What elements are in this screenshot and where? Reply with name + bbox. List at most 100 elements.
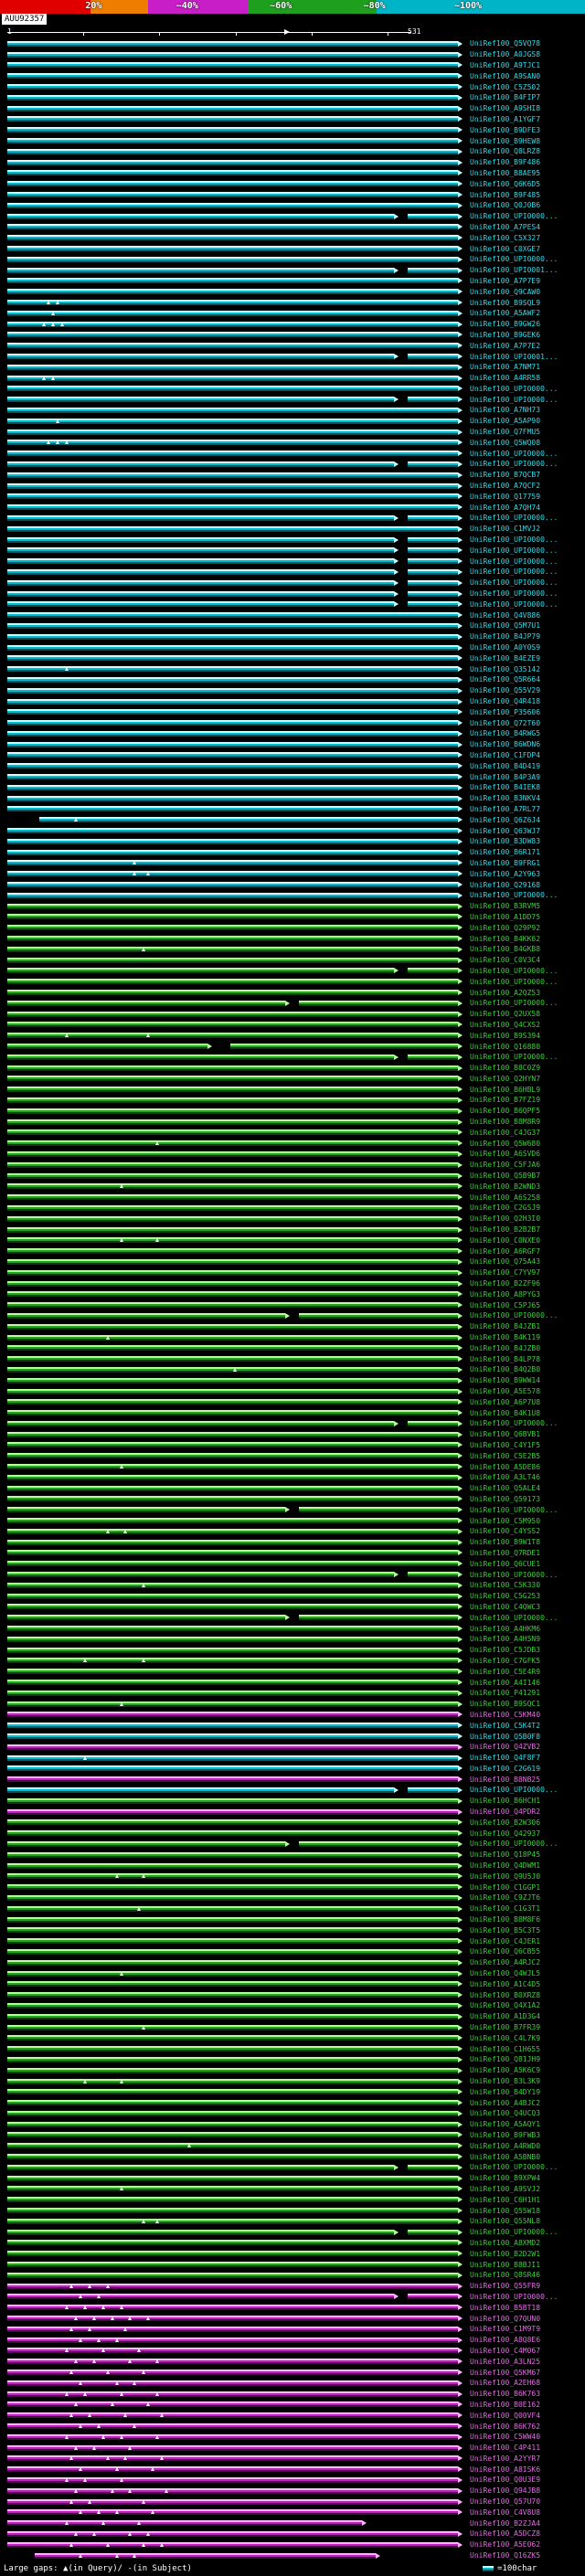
hit-label[interactable]: UniRef100_A5DCZ8 [470, 2529, 540, 2538]
hit-label[interactable]: UniRef100_A0JGS8 [470, 50, 540, 58]
alignment-row[interactable]: UniRef100_Q5B0F8 [0, 1731, 585, 1742]
hit-label[interactable]: UniRef100_A2Y963 [470, 870, 540, 878]
hit-label[interactable]: UniRef100_C1M9T9 [470, 2325, 540, 2333]
alignment-row[interactable]: UniRef100_UPI0000... [0, 578, 585, 588]
hit-label[interactable]: UniRef100_B4GKB8 [470, 945, 540, 953]
hit-label[interactable]: UniRef100_A1YGF7 [470, 115, 540, 123]
hit-label[interactable]: UniRef100_Q55FR9 [470, 2282, 540, 2290]
hit-label[interactable]: UniRef100_Q5WQ08 [470, 439, 540, 447]
hit-label[interactable]: UniRef100_Q4DWM1 [470, 1861, 540, 1870]
alignment-row[interactable]: UniRef100_Q81JH9 [0, 2054, 585, 2065]
alignment-row[interactable]: UniRef100_B2ZF96 [0, 1278, 585, 1289]
alignment-row[interactable]: UniRef100_C5K4T2 [0, 1720, 585, 1731]
hit-label[interactable]: UniRef100_B4JZB1 [470, 1322, 540, 1330]
hit-label[interactable]: UniRef100_B6HCH1 [470, 1797, 540, 1805]
hit-label[interactable]: UniRef100_A8ISK6 [470, 2465, 540, 2474]
alignment-row[interactable]: UniRef100_B2ZJA4 [0, 2518, 585, 2528]
hit-label[interactable]: UniRef100_Q5VQ78 [470, 39, 540, 48]
hit-label[interactable]: UniRef100_B4K119 [470, 1333, 540, 1341]
hit-label[interactable]: UniRef100_B0E162 [470, 2401, 540, 2409]
hit-label[interactable]: UniRef100_Q16880 [470, 1043, 540, 1051]
alignment-row[interactable]: UniRef100_UPI0000... [0, 1612, 585, 1623]
alignment-row[interactable]: UniRef100_A1C4D5 [0, 1978, 585, 1989]
alignment-row[interactable]: UniRef100_C9ZJT6 [0, 1892, 585, 1903]
alignment-row[interactable]: UniRef100_A5DCZ8 [0, 2528, 585, 2539]
hit-label[interactable]: UniRef100_Q8SR46 [470, 2271, 540, 2279]
alignment-row[interactable]: UniRef100_Q6BVB1 [0, 1429, 585, 1440]
alignment-row[interactable]: UniRef100_Q4R418 [0, 696, 585, 707]
alignment-row[interactable]: UniRef100_UPI0000... [0, 2227, 585, 2238]
alignment-row[interactable]: UniRef100_B6QPF5 [0, 1106, 585, 1117]
hit-label[interactable]: UniRef100_C4V8U8 [470, 2508, 540, 2517]
alignment-row[interactable]: UniRef100_UPI0000... [0, 567, 585, 578]
hit-label[interactable]: UniRef100_A9SVJ2 [470, 2185, 540, 2193]
hit-label[interactable]: UniRef100_C5JDB3 [470, 1646, 540, 1654]
alignment-row[interactable]: UniRef100_C7YV97 [0, 1267, 585, 1278]
hit-label[interactable]: UniRef100_P41291 [470, 1689, 540, 1697]
alignment-row[interactable]: UniRef100_B9HEW8 [0, 135, 585, 146]
hit-label[interactable]: UniRef100_B2WND3 [470, 1182, 540, 1191]
alignment-row[interactable]: UniRef100_Q5W680 [0, 1138, 585, 1149]
alignment-row[interactable]: UniRef100_UPI0000... [0, 2162, 585, 2173]
hit-label[interactable]: UniRef100_B4FIP7 [470, 93, 540, 101]
alignment-row[interactable]: UniRef100_Q75A43 [0, 1256, 585, 1267]
alignment-row[interactable]: UniRef100_A2YYR7 [0, 2454, 585, 2465]
hit-label[interactable]: UniRef100_C4L7K9 [470, 2034, 540, 2042]
alignment-row[interactable]: UniRef100_B4EZE9 [0, 652, 585, 663]
hit-label[interactable]: UniRef100_B6K762 [470, 2422, 540, 2431]
alignment-row[interactable]: UniRef100_A3LT46 [0, 1472, 585, 1483]
alignment-row[interactable]: UniRef100_C7GFK5 [0, 1656, 585, 1667]
hit-label[interactable]: UniRef100_UPI0000... [470, 600, 558, 609]
alignment-row[interactable]: UniRef100_B9F485 [0, 189, 585, 200]
hit-label[interactable]: UniRef100_C7YV97 [470, 1268, 540, 1277]
alignment-row[interactable]: UniRef100_Q7FMU5 [0, 427, 585, 438]
hit-label[interactable]: UniRef100_A4I146 [470, 1679, 540, 1687]
hit-label[interactable]: UniRef100_UPI0000... [470, 255, 558, 263]
hit-label[interactable]: UniRef100_B0XRZ8 [470, 1991, 540, 1999]
hit-label[interactable]: UniRef100_UPI0001... [470, 266, 558, 274]
hit-label[interactable]: UniRef100_Q5ALE4 [470, 1484, 540, 1492]
hit-label[interactable]: UniRef100_B3L3K9 [470, 2077, 540, 2085]
alignment-row[interactable]: UniRef100_UPI0001... [0, 351, 585, 362]
alignment-row[interactable]: UniRef100_B6WDN6 [0, 739, 585, 750]
hit-label[interactable]: UniRef100_A0Y0S9 [470, 643, 540, 652]
alignment-row[interactable]: UniRef100_A7RL77 [0, 804, 585, 815]
alignment-row[interactable]: UniRef100_B7QCB7 [0, 470, 585, 481]
hit-label[interactable]: UniRef100_C7GFK5 [470, 1657, 540, 1665]
alignment-row[interactable]: UniRef100_B4P3A9 [0, 771, 585, 782]
alignment-row[interactable]: UniRef100_B9GEK6 [0, 330, 585, 341]
alignment-row[interactable]: UniRef100_A8ISK6 [0, 2464, 585, 2475]
hit-label[interactable]: UniRef100_B4P3A9 [470, 773, 540, 781]
alignment-row[interactable]: UniRef100_B4Q2B0 [0, 1364, 585, 1375]
alignment-row[interactable]: UniRef100_B8M8F6 [0, 1914, 585, 1925]
alignment-row[interactable]: UniRef100_C4M067 [0, 2346, 585, 2357]
hit-label[interactable]: UniRef100_Q59173 [470, 1495, 540, 1503]
alignment-row[interactable]: UniRef100_Q4V886 [0, 610, 585, 620]
hit-label[interactable]: UniRef100_UPI0000... [470, 1311, 558, 1320]
hit-label[interactable]: UniRef100_B9S394 [470, 1032, 540, 1040]
alignment-row[interactable]: UniRef100_A7QCF2 [0, 481, 585, 492]
hit-label[interactable]: UniRef100_Q35142 [470, 665, 540, 673]
hit-label[interactable]: UniRef100_B2W306 [470, 1818, 540, 1827]
alignment-row[interactable]: UniRef100_C4Y1F5 [0, 1440, 585, 1451]
alignment-row[interactable]: UniRef100_B5C3T5 [0, 1924, 585, 1935]
hit-label[interactable]: UniRef100_A7QCF2 [470, 482, 540, 490]
hit-label[interactable]: UniRef100_C5K330 [470, 1581, 540, 1589]
alignment-row[interactable]: UniRef100_B4FIP7 [0, 92, 585, 103]
hit-label[interactable]: UniRef100_B8BJI1 [470, 2261, 540, 2269]
hit-label[interactable]: UniRef100_UPI0000... [470, 2228, 558, 2236]
alignment-row[interactable]: UniRef100_C4JG37 [0, 1127, 585, 1138]
hit-label[interactable]: UniRef100_UPI0000... [470, 1614, 558, 1622]
hit-label[interactable]: UniRef100_Q00VF4 [470, 2412, 540, 2420]
hit-label[interactable]: UniRef100_B3RVM5 [470, 902, 540, 910]
alignment-row[interactable]: UniRef100_Q8LRZ8 [0, 146, 585, 157]
hit-label[interactable]: UniRef100_C1MVJ2 [470, 525, 540, 533]
hit-label[interactable]: UniRef100_Q4X1A2 [470, 2001, 540, 2009]
hit-label[interactable]: UniRef100_C5WW40 [470, 2433, 540, 2441]
alignment-row[interactable]: UniRef100_A7QH74 [0, 502, 585, 513]
alignment-row[interactable]: UniRef100_Q16880 [0, 1041, 585, 1052]
hit-label[interactable]: UniRef100_A6RGF7 [470, 1247, 540, 1256]
alignment-row[interactable]: UniRef100_A1DD75 [0, 912, 585, 923]
alignment-row[interactable]: UniRef100_A8Q8E6 [0, 2335, 585, 2346]
hit-label[interactable]: UniRef100_Q5R664 [470, 675, 540, 684]
